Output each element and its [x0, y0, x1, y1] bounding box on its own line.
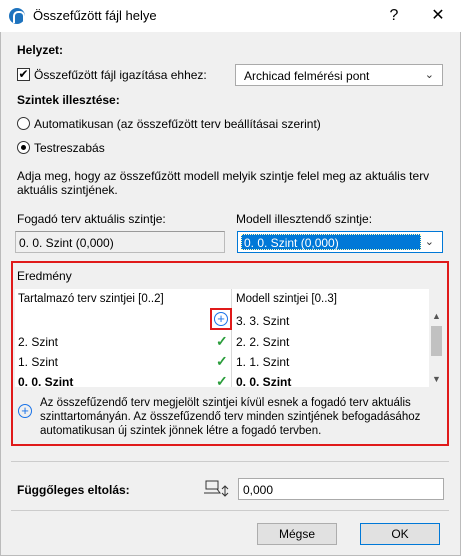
table-row-clipped: 0. 0. Szint ✓ 0. 0. Szint	[15, 372, 429, 387]
levels-heading: Szintek illesztése:	[17, 93, 120, 107]
close-button[interactable]: ✕	[426, 4, 450, 28]
title-bar: Összefűzött fájl helye ? ✕	[0, 0, 461, 32]
window-title: Összefűzött fájl helye	[33, 8, 157, 23]
model-level-row-1: 1. 1. Szint	[236, 355, 290, 369]
match-check-icon: ✓	[216, 373, 228, 387]
host-level-row-2: 2. Szint	[18, 335, 59, 349]
cancel-button[interactable]: Mégse	[257, 523, 337, 545]
model-level-row-3: 3. 3. Szint	[236, 314, 290, 328]
model-level-label: Modell illesztendő szintje:	[236, 212, 373, 226]
model-level-select[interactable]: 0. 0. Szint (0,000) ⌄	[237, 231, 443, 253]
col-host-header: Tartalmazó terv szintjei [0..2]	[18, 293, 164, 305]
add-level-icon: +	[214, 312, 228, 326]
align-checkbox[interactable]: ✔	[17, 68, 30, 81]
host-level-field: 0. 0. Szint (0,000)	[15, 231, 225, 253]
levels-hint-line1: Adja meg, hogy az összefűzött modell mel…	[17, 169, 430, 183]
host-level-row-0: 0. 0. Szint	[18, 375, 74, 387]
offset-value: 0,000	[243, 483, 274, 497]
align-target-select[interactable]: Archicad felmérési pont ⌄	[235, 64, 443, 86]
info-add-icon: +	[18, 404, 32, 418]
radio-automatic-label: Automatikusan (az összefűzött terv beáll…	[34, 117, 321, 131]
offset-input[interactable]: 0,000	[238, 478, 444, 500]
levels-hint-line2: aktuális szintjének.	[17, 183, 118, 197]
checkmark-icon: ✔	[18, 67, 29, 81]
info-line2: szinttartományán. Az összefűzendő terv m…	[40, 411, 421, 423]
model-level-row-2: 2. 2. Szint	[236, 335, 290, 349]
chevron-down-icon: ⌄	[424, 69, 434, 81]
radio-custom-label: Testreszabás	[34, 141, 105, 155]
scroll-down-icon[interactable]: ▼	[432, 374, 441, 384]
divider	[11, 461, 449, 462]
offset-label: Függőleges eltolás:	[17, 483, 130, 497]
match-check-icon: ✓	[216, 353, 228, 369]
info-line3: automatikusan új szintek jönnek létre a …	[40, 425, 322, 437]
table-scrollbar[interactable]: ▲ ▼	[429, 308, 444, 387]
radio-custom[interactable]	[17, 141, 30, 154]
match-check-icon: ✓	[216, 333, 228, 349]
position-heading: Helyzet:	[17, 43, 64, 57]
align-target-value: Archicad felmérési pont	[244, 69, 370, 83]
help-button[interactable]: ?	[382, 4, 406, 28]
archicad-app-icon	[9, 8, 25, 24]
scroll-up-icon[interactable]: ▲	[432, 311, 441, 321]
model-level-row-0: 0. 0. Szint	[236, 375, 292, 387]
radio-selected-dot	[21, 145, 26, 150]
elevation-offset-icon	[203, 477, 231, 499]
host-level-value: 0. 0. Szint (0,000)	[19, 236, 114, 250]
col-model-header: Modell szintjei [0..3]	[236, 293, 337, 305]
chevron-down-icon: ⌄	[424, 236, 434, 248]
align-checkbox-label: Összefűzött fájl igazítása ehhez:	[34, 68, 207, 82]
host-level-label: Fogadó terv aktuális szintje:	[17, 212, 166, 226]
radio-automatic[interactable]	[17, 117, 30, 130]
ok-button[interactable]: OK	[360, 523, 440, 545]
scrollbar-thumb[interactable]	[431, 326, 442, 356]
result-heading: Eredmény	[17, 269, 72, 283]
divider	[11, 510, 449, 511]
info-line1: Az összefűzendő terv megjelölt szintjei …	[40, 397, 411, 409]
host-level-row-1: 1. Szint	[18, 355, 59, 369]
model-level-value: 0. 0. Szint (0,000)	[244, 236, 339, 250]
